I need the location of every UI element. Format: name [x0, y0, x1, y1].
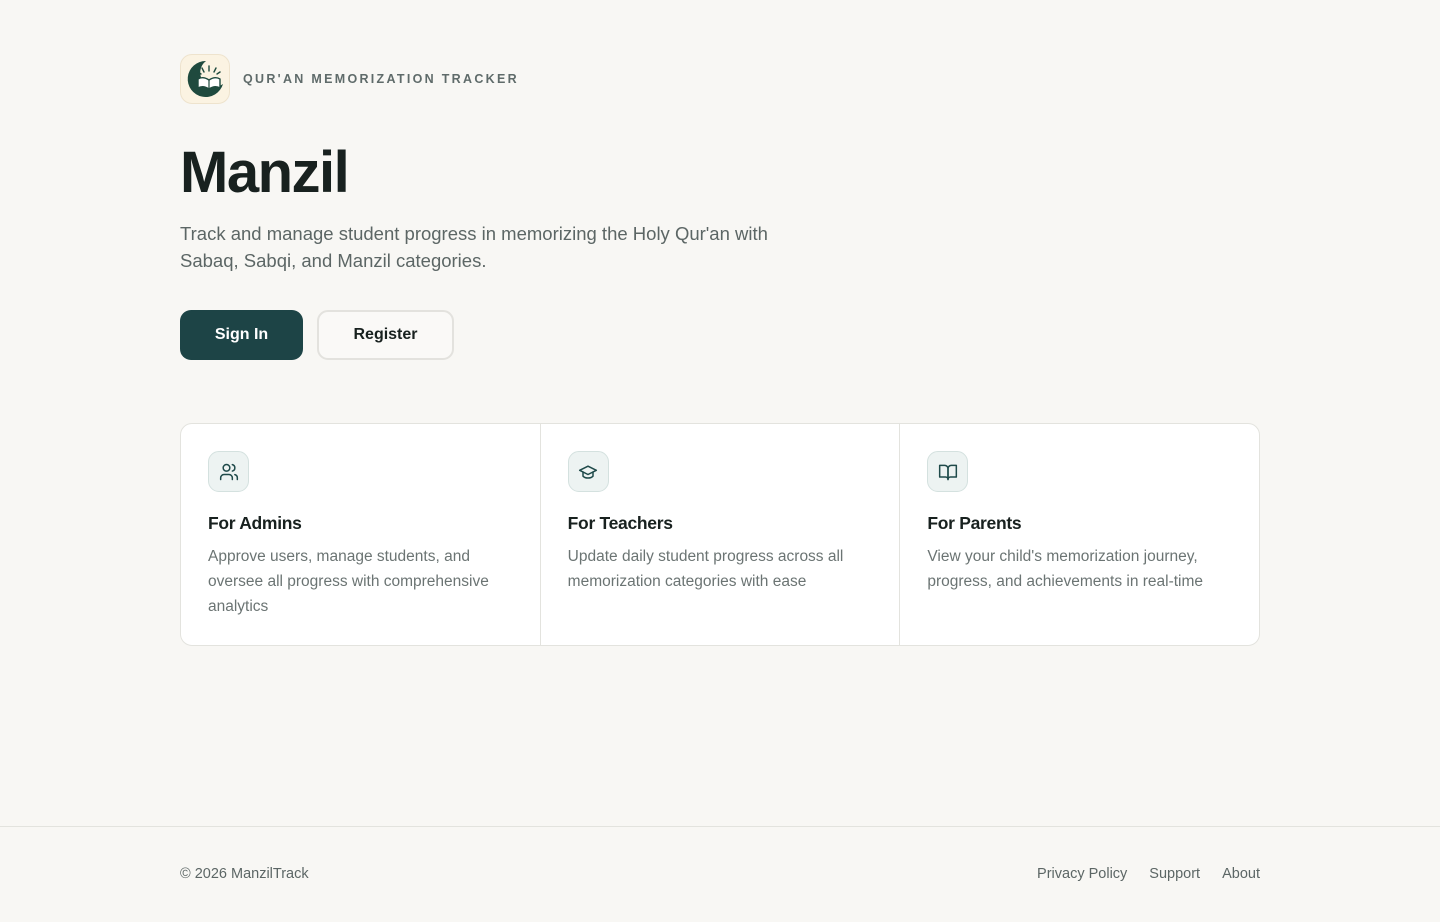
brand-tagline: QUR'AN MEMORIZATION TRACKER	[243, 72, 519, 86]
crescent-open-book-icon	[180, 54, 230, 104]
support-link[interactable]: Support	[1149, 866, 1200, 882]
feature-cards: For Admins Approve users, manage student…	[180, 423, 1260, 646]
sign-in-button[interactable]: Sign In	[180, 310, 303, 360]
users-icon	[208, 451, 249, 492]
about-link[interactable]: About	[1222, 866, 1260, 882]
feature-description: Approve users, manage students, and over…	[208, 548, 489, 615]
feature-description: Update daily student progress across all…	[567, 548, 844, 590]
register-button[interactable]: Register	[317, 310, 454, 360]
copyright-text: © 2026 ManzilTrack	[180, 866, 309, 882]
feature-title: For Parents	[927, 513, 1022, 533]
footer: © 2026 ManzilTrack Privacy Policy Suppor…	[0, 826, 1440, 922]
feature-description: View your child's memorization journey, …	[927, 548, 1204, 590]
brand-header: QUR'AN MEMORIZATION TRACKER	[180, 54, 1260, 104]
footer-links: Privacy Policy Support About	[1037, 866, 1260, 882]
feature-card-parents: For Parents View your child's memorizati…	[899, 424, 1259, 645]
feature-title: For Admins	[208, 513, 302, 533]
landing-page: QUR'AN MEMORIZATION TRACKER Manzil Track…	[0, 0, 1440, 922]
page-subtitle: Track and manage student progress in mem…	[180, 223, 768, 271]
privacy-policy-link[interactable]: Privacy Policy	[1037, 866, 1127, 882]
book-open-icon	[927, 451, 969, 492]
main-content: QUR'AN MEMORIZATION TRACKER Manzil Track…	[180, 54, 1260, 646]
feature-card-admins: For Admins Approve users, manage student…	[181, 424, 540, 645]
page-title: Manzil	[180, 140, 350, 205]
auth-actions: Sign In Register	[180, 310, 1260, 360]
feature-card-teachers: For Teachers Update daily student progre…	[539, 424, 900, 645]
feature-title: For Teachers	[567, 513, 673, 533]
graduation-cap-icon	[567, 451, 609, 492]
